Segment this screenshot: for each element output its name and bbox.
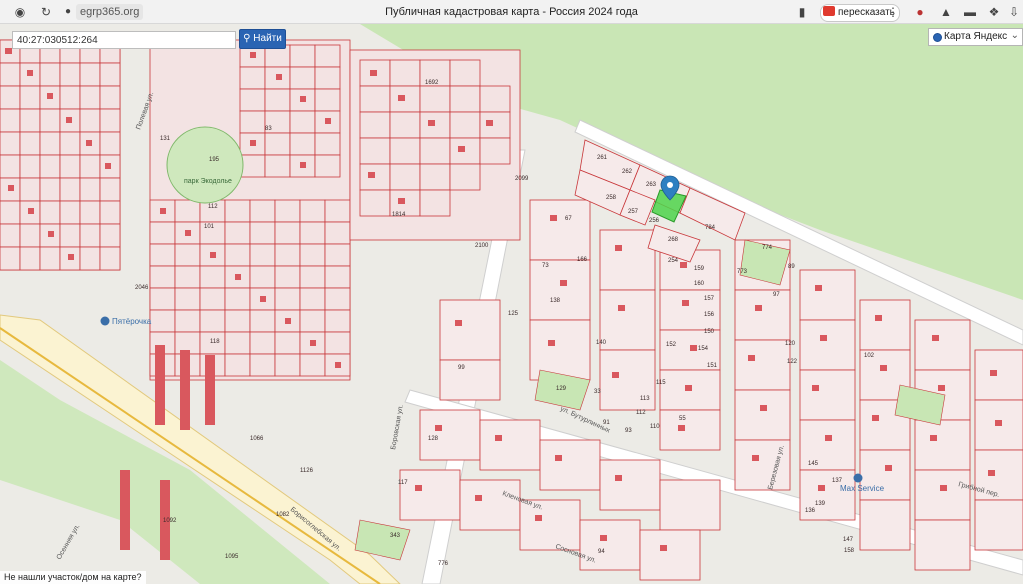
search-button[interactable]: ⚲ Найти <box>239 29 286 49</box>
extension-puzzle-icon[interactable]: ❖ <box>986 4 1002 20</box>
parcel-label: 2099 <box>515 176 529 182</box>
parcel-label: 151 <box>707 363 718 369</box>
chevron-down-icon: ⌄ <box>1010 30 1019 41</box>
parcel-label: 33 <box>594 389 601 395</box>
cadastral-number-input[interactable] <box>12 31 236 49</box>
parcel-label: 256 <box>649 218 660 224</box>
map-layer-select[interactable]: Карта Яндекс ⌄ <box>928 28 1023 46</box>
parcel-label: 145 <box>808 461 819 467</box>
parcel-grid-central <box>149 39 351 381</box>
parcel-label: 120 <box>785 341 796 347</box>
parcel-label: 166 <box>577 257 588 263</box>
parcel-label: 97 <box>773 292 780 298</box>
parcel-label: 776 <box>438 561 449 567</box>
download-icon[interactable]: ⇩ <box>1006 4 1022 20</box>
park-ekodolye <box>166 126 244 204</box>
parcel-label: 262 <box>622 169 633 175</box>
parcel-label: 115 <box>656 380 666 386</box>
parcel-label: 99 <box>458 365 465 371</box>
extension-hat-icon[interactable]: ▲ <box>938 4 954 20</box>
parcel-label: 129 <box>556 386 567 392</box>
parcel-label: 268 <box>668 237 679 243</box>
parcel-label: 101 <box>204 224 215 230</box>
parcel-label: 147 <box>843 537 854 543</box>
parcel-label: 160 <box>694 281 705 287</box>
poi-label: Пятёрочка <box>112 317 152 326</box>
parcel-label: 2046 <box>135 285 149 291</box>
parcel-label: 112 <box>208 204 218 210</box>
parcel-label: 55 <box>679 416 686 422</box>
layer-select-value: Карта Яндекс <box>944 31 1008 42</box>
cadastral-map[interactable]: 261 262 263 258 257 256 784 268 774 254 … <box>0 24 1023 584</box>
parcel-label: 156 <box>704 312 715 318</box>
parcel-label: 1092 <box>163 518 177 524</box>
parcel-label: 1095 <box>225 554 239 560</box>
parcel-label: 139 <box>815 501 826 507</box>
refresh-icon[interactable]: ↻ <box>38 4 54 20</box>
parcel-label: 140 <box>596 340 607 346</box>
parcel-label: 1066 <box>250 436 264 442</box>
parcel-label: 113 <box>640 396 650 402</box>
parcel-label: 2100 <box>475 243 489 249</box>
parcel-label: 128 <box>428 436 439 442</box>
extension-cloud-icon[interactable]: ▬ <box>962 4 978 20</box>
parcel-label: 1814 <box>392 212 406 218</box>
parcel-label: 67 <box>565 216 572 222</box>
parcel-label: 94 <box>598 549 605 555</box>
radio-selected-icon <box>933 33 942 42</box>
parcel-label: 138 <box>550 298 561 304</box>
parcel-label: 150 <box>704 329 715 335</box>
parcel-label: 110 <box>650 424 660 430</box>
parcel-label: 773 <box>737 269 748 275</box>
parcel-label: 73 <box>542 263 549 269</box>
map-canvas[interactable]: 261 262 263 258 257 256 784 268 774 254 … <box>0 24 1023 584</box>
parcel-label: 159 <box>694 266 705 272</box>
parcel-label: 1692 <box>425 80 439 86</box>
parcel-label: 117 <box>398 480 408 486</box>
parcel-label: 83 <box>265 126 272 132</box>
parcel-label: 157 <box>704 296 715 302</box>
search-button-label: Найти <box>253 33 282 44</box>
parcel-label: 118 <box>210 339 220 345</box>
parcel-label: 1126 <box>300 468 314 474</box>
browser-toolbar: ◉ ↻ ● egrp365.org Публичная кадастровая … <box>0 0 1023 24</box>
parcel-label: 136 <box>805 508 816 514</box>
parcel-label: 1082 <box>276 512 290 518</box>
lock-icon: ● <box>64 6 72 17</box>
parcel-label: 195 <box>209 157 220 163</box>
parcel-grid-west <box>0 39 121 271</box>
poi-label: Max Service <box>840 484 885 493</box>
parcel-label: 263 <box>646 182 657 188</box>
search-icon: ⚲ <box>243 33 251 44</box>
bookmark-icon[interactable]: ▮ <box>794 4 810 20</box>
parcel-label: 89 <box>788 264 795 270</box>
parcel-label: 112 <box>636 410 646 416</box>
address-bar[interactable]: egrp365.org <box>76 4 144 20</box>
parcel-label: 122 <box>787 359 798 365</box>
browser-logo-icon[interactable]: ◉ <box>12 4 28 20</box>
parcel-label: 131 <box>160 136 171 142</box>
extension-avatar-icon[interactable]: ● <box>912 4 928 20</box>
feedback-link[interactable]: Не нашли участок/дом на карте? <box>0 571 146 584</box>
parcel-label: 261 <box>597 155 608 161</box>
parcel-label: 102 <box>864 353 875 359</box>
parcel-label: 93 <box>625 428 632 434</box>
parcel-label: 152 <box>666 342 677 348</box>
parcel-label: 254 <box>668 258 679 264</box>
park-label: парк Экодолье <box>184 178 232 185</box>
parcel-label: 784 <box>705 225 716 231</box>
retell-icon <box>823 6 835 16</box>
parcel-label: 343 <box>390 533 401 539</box>
parcel-label: 258 <box>606 195 617 201</box>
parcel-label: 257 <box>628 209 639 215</box>
parcel-label: 774 <box>762 245 773 251</box>
parcel-label: 154 <box>698 346 709 352</box>
parcel-grid-north <box>349 49 521 241</box>
parcel-label: 125 <box>508 311 519 317</box>
more-menu-icon[interactable]: ⋮ <box>885 4 901 20</box>
parcel-label: 158 <box>844 548 855 554</box>
